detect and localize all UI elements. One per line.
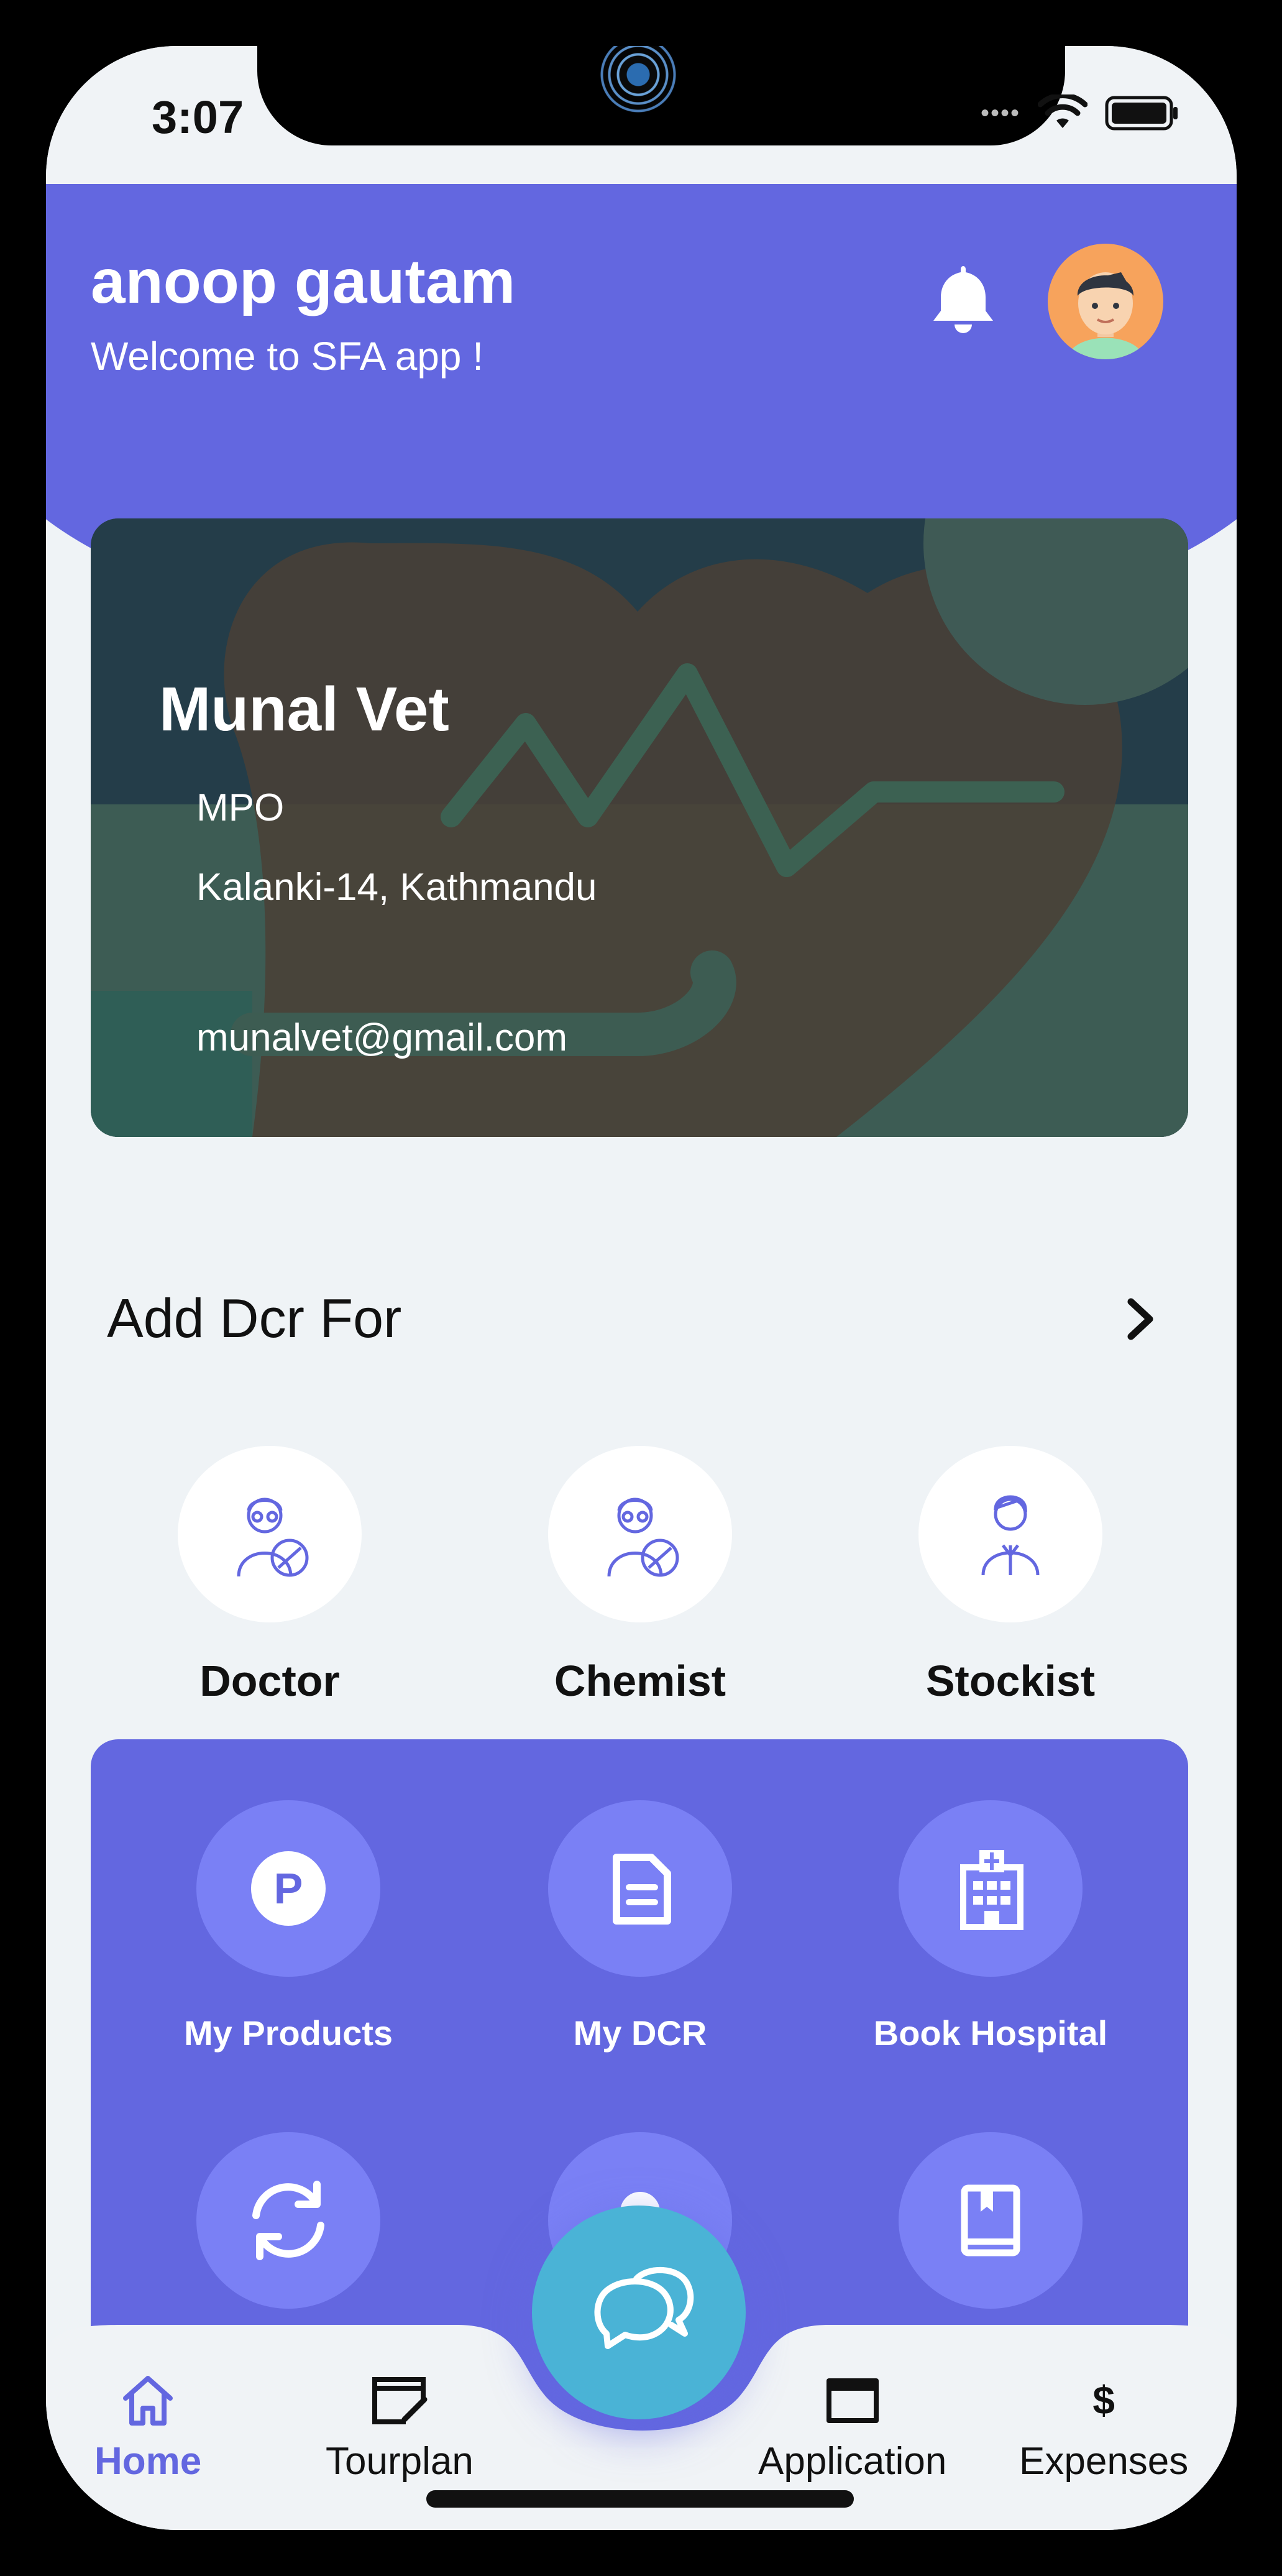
chemist-icon — [548, 1446, 732, 1622]
dcr-label: Chemist — [554, 1657, 726, 1705]
nav-item-tourplan[interactable]: Tourplan — [326, 2372, 474, 2483]
dcr-item-stockist[interactable]: Stockist — [917, 1446, 1104, 1706]
calendar-edit-icon — [372, 2377, 428, 2424]
dcr-item-doctor[interactable]: Doctor — [176, 1446, 363, 1706]
menu-item-book[interactable] — [817, 2132, 1165, 2309]
menu-label: My Products — [183, 2013, 393, 2053]
card-address: Kalanki-14, Kathmandu — [196, 866, 597, 909]
home-indicator — [426, 2490, 854, 2508]
nav-label-expenses: Expenses — [1019, 2440, 1189, 2483]
welcome-text: Welcome to SFA app ! — [91, 334, 484, 379]
hospital-icon — [899, 1800, 1083, 1977]
menu-label: My DCR — [573, 2013, 707, 2053]
status-time: 3:07 — [152, 91, 244, 143]
svg-text:P: P — [274, 1864, 303, 1913]
menu-item-my-dcr[interactable]: My DCR — [466, 1800, 814, 2053]
nav-label-application: Application — [758, 2440, 947, 2483]
card-name: Munal Vet — [159, 674, 449, 744]
wifi-icon — [1038, 94, 1087, 128]
dcr-label: Stockist — [925, 1657, 1096, 1705]
bell-icon[interactable] — [928, 261, 998, 336]
home-icon — [123, 2376, 173, 2426]
menu-item-book-hospital[interactable]: Book Hospital — [817, 1800, 1165, 2053]
status-bar: 3:07 •••• — [46, 46, 1237, 184]
menu-label: Book Hospital — [873, 2013, 1108, 2053]
nav-label-home: Home — [94, 2440, 202, 2483]
book-icon — [899, 2132, 1083, 2309]
nav-item-expenses[interactable]: $ Expenses — [1019, 2372, 1188, 2483]
user-name: anoop gautam — [91, 247, 516, 316]
battery-icon — [1105, 96, 1178, 131]
menu-item-my-products[interactable]: P My Products — [114, 1800, 462, 2053]
document-icon — [548, 1800, 732, 1977]
chat-icon — [594, 2266, 694, 2349]
card-role: MPO — [196, 786, 285, 829]
app-screen: 3:07 •••• anoop gautam Welcome to SFA ap… — [46, 46, 1237, 2530]
sync-icon — [196, 2132, 380, 2309]
device-frame: 3:07 •••• anoop gautam Welcome to SFA ap… — [0, 0, 1282, 2576]
dcr-item-chemist[interactable]: Chemist — [547, 1446, 733, 1706]
products-icon: P — [196, 1800, 380, 1977]
window-icon — [826, 2378, 879, 2423]
chevron-right-icon[interactable] — [1117, 1295, 1165, 1343]
nav-label-tourplan: Tourplan — [326, 2440, 474, 2483]
chat-fab-button[interactable] — [532, 2206, 746, 2419]
avatar[interactable] — [1048, 244, 1163, 359]
card-email: munalvet@gmail.com — [196, 1016, 568, 1059]
dcr-section-title: Add Dcr For — [107, 1287, 402, 1349]
dollar-icon: $ — [1092, 2378, 1115, 2422]
stockist-icon — [918, 1446, 1102, 1622]
dcr-label: Doctor — [199, 1657, 340, 1705]
nav-item-application[interactable]: Application — [758, 2372, 946, 2483]
signal-icon: •••• — [980, 99, 1020, 127]
nav-item-home[interactable]: Home — [94, 2372, 201, 2483]
menu-item-sync[interactable] — [114, 2132, 462, 2309]
status-icons: •••• — [981, 94, 1179, 132]
doctor-icon — [178, 1446, 362, 1622]
